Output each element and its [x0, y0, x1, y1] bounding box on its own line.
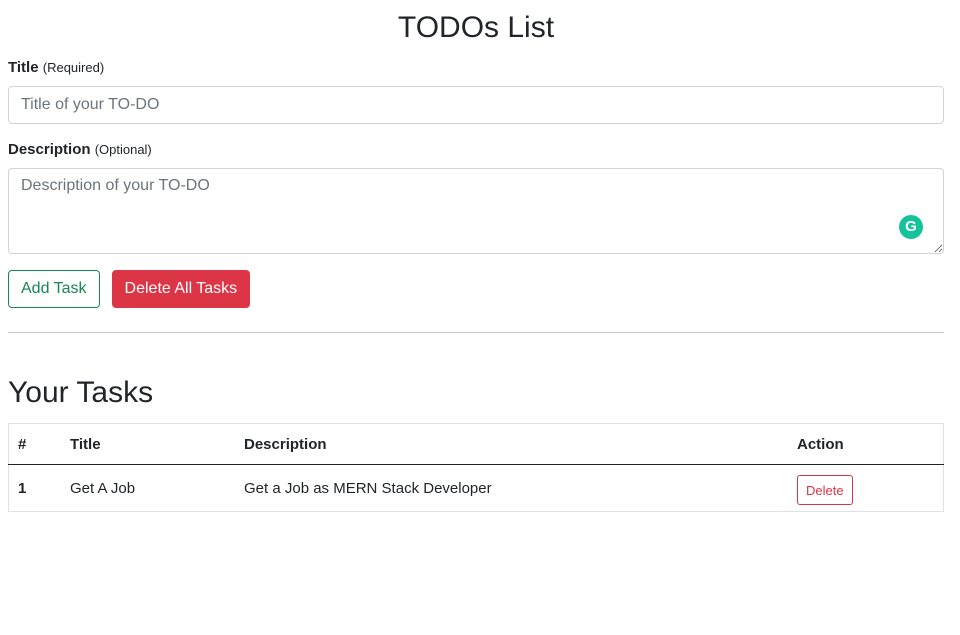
- column-header-title: Title: [61, 423, 235, 465]
- task-title: Get A Job: [70, 479, 136, 497]
- description-label: Description (Optional): [8, 140, 944, 160]
- todo-form: Title (Required) Description (Optional) …: [8, 58, 944, 308]
- table-row: 1 Get A Job Get a Job as MERN Stack Deve…: [9, 465, 944, 512]
- form-actions: Add Task Delete All Tasks: [8, 270, 944, 308]
- page-title: TODOs List: [397, 11, 555, 44]
- task-action-cell: Delete: [788, 465, 944, 512]
- app-container: TODOs List Title (Required) Description …: [8, 0, 944, 512]
- delete-all-tasks-button[interactable]: Delete All Tasks: [111, 270, 251, 308]
- description-label-hint: (Optional): [94, 142, 152, 157]
- grammarly-icon[interactable]: G: [899, 215, 923, 239]
- header-row: # Title Description Action: [8, 423, 944, 465]
- add-task-button[interactable]: Add Task: [8, 270, 100, 308]
- column-header-action: Action: [788, 423, 944, 465]
- tasks-table-header: # Title Description Action: [8, 423, 944, 465]
- title-label: Title (Required): [8, 58, 944, 78]
- tasks-table: # Title Description Action 1 Get A Job G…: [8, 423, 944, 512]
- delete-task-button[interactable]: Delete: [797, 475, 853, 505]
- title-label-hint: (Required): [42, 60, 105, 75]
- column-header-description: Description: [235, 423, 788, 465]
- task-number: 1: [18, 479, 27, 497]
- description-textarea[interactable]: [8, 168, 944, 254]
- title-input[interactable]: [8, 86, 944, 124]
- tasks-table-body: 1 Get A Job Get a Job as MERN Stack Deve…: [9, 465, 944, 512]
- description-label-text: Description: [8, 141, 91, 158]
- column-header-number: #: [8, 423, 61, 465]
- title-label-text: Title: [8, 59, 39, 76]
- task-description: Get a Job as MERN Stack Developer: [244, 479, 492, 497]
- description-wrapper: G: [8, 168, 944, 254]
- tasks-section-title: Your Tasks: [8, 376, 154, 409]
